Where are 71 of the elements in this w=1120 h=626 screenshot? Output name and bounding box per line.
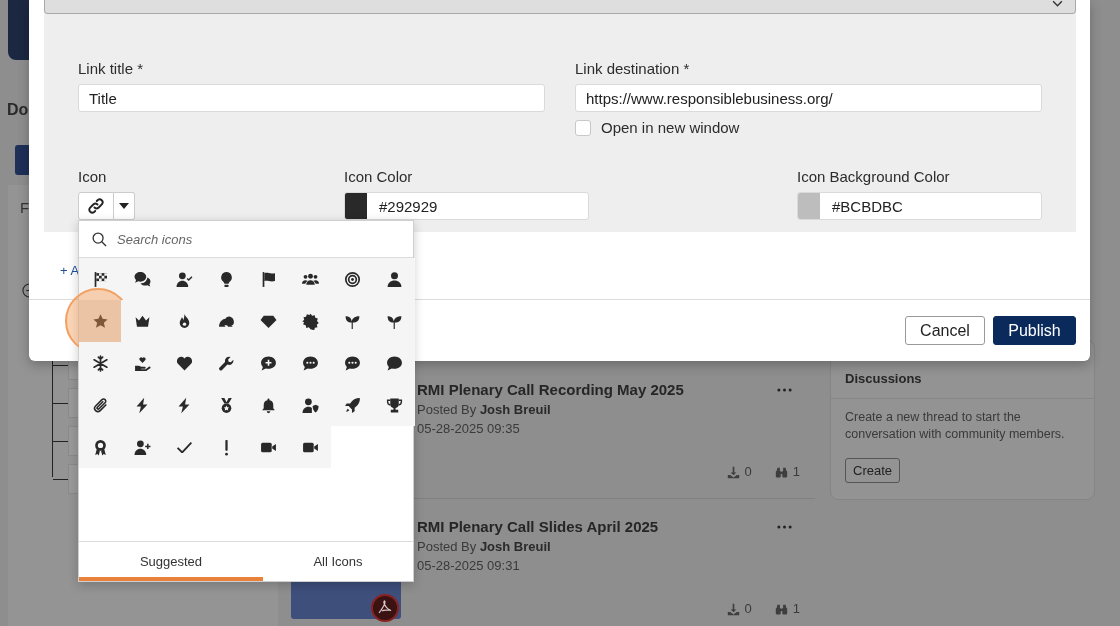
link-icon bbox=[86, 198, 106, 214]
more-icon[interactable] bbox=[777, 525, 792, 529]
select-field[interactable] bbox=[44, 0, 1076, 14]
document-title[interactable]: RMI Plenary Call Slides April 2025 bbox=[417, 517, 659, 537]
caret-icon bbox=[119, 203, 129, 209]
user-plus-icon bbox=[133, 438, 151, 456]
post-date: 05-28-2025 09:31 bbox=[417, 557, 521, 575]
comment-plus-icon bbox=[259, 354, 277, 372]
download-icon bbox=[726, 602, 740, 616]
publish-button[interactable]: Publish bbox=[993, 316, 1076, 345]
hand-heart-icon bbox=[133, 354, 151, 372]
user-check-icon bbox=[175, 270, 193, 288]
star-icon bbox=[91, 312, 109, 330]
wrench-icon bbox=[217, 354, 235, 372]
color-swatch[interactable] bbox=[798, 193, 820, 219]
document-title[interactable]: RMI Plenary Call Recording May 2025 bbox=[417, 380, 684, 400]
bolt-icon bbox=[136, 396, 148, 414]
comment-dots-icon bbox=[343, 354, 361, 372]
user-icon bbox=[385, 270, 403, 288]
checkbox-label: Open in new window bbox=[601, 119, 740, 137]
download-icon bbox=[726, 465, 740, 479]
comment-dots-icon bbox=[301, 354, 319, 372]
field-label: Icon Background Color bbox=[797, 167, 950, 187]
card-text: Create a new thread to start the conversation with community members. bbox=[845, 409, 1066, 443]
posted-by-text: Posted By Josh Breuil bbox=[417, 538, 552, 556]
color-value: #292929 bbox=[379, 197, 438, 215]
exclamation-icon bbox=[223, 438, 229, 456]
post-date: 05-28-2025 09:35 bbox=[417, 420, 521, 438]
comments-icon bbox=[133, 270, 151, 288]
download-count: 0 bbox=[744, 601, 752, 617]
color-swatch[interactable] bbox=[345, 193, 367, 219]
view-count: 1 bbox=[792, 464, 800, 480]
tab[interactable]: All Icons bbox=[263, 542, 413, 581]
certificate-icon bbox=[301, 312, 319, 330]
field-label: Icon bbox=[78, 167, 107, 187]
binoculars-icon bbox=[774, 465, 788, 479]
rocket-icon bbox=[343, 396, 361, 414]
checkbox[interactable] bbox=[575, 120, 591, 136]
icon-select-button[interactable] bbox=[78, 192, 114, 220]
section-heading: Do bbox=[7, 100, 29, 120]
panel-label: F bbox=[20, 199, 30, 217]
comment-icon bbox=[385, 354, 403, 372]
link-destination-field[interactable]: https://www.responsiblebusiness.org/ bbox=[575, 84, 1042, 112]
trophy-icon bbox=[385, 396, 403, 414]
view-count: 1 bbox=[792, 601, 800, 617]
tab[interactable]: Suggested bbox=[79, 542, 263, 581]
field-label: Link title * bbox=[78, 59, 144, 79]
color-field[interactable]: #292929 bbox=[344, 192, 589, 220]
binoculars-icon bbox=[774, 602, 788, 616]
heart-icon bbox=[175, 354, 193, 372]
download-count: 0 bbox=[744, 464, 752, 480]
create-button[interactable]: Create bbox=[845, 458, 901, 483]
bullseye-icon bbox=[343, 270, 361, 288]
color-value: #BCBDBC bbox=[832, 197, 903, 215]
posted-by-text: Posted By Josh Breuil bbox=[417, 401, 552, 419]
more-icon[interactable] bbox=[777, 388, 792, 392]
snowflake-icon bbox=[91, 354, 109, 372]
paperclip-icon bbox=[91, 396, 109, 414]
cancel-button[interactable]: Cancel bbox=[905, 316, 985, 345]
field-label: Link destination * bbox=[575, 59, 690, 79]
bolt-icon bbox=[178, 396, 190, 414]
field-label: Icon Color bbox=[344, 167, 413, 187]
link-title-field[interactable]: Title bbox=[78, 84, 545, 112]
color-field[interactable]: #BCBDBC bbox=[797, 192, 1042, 220]
chevron-icon bbox=[1052, 0, 1063, 7]
search-icon bbox=[92, 231, 107, 247]
card-title: Discussions bbox=[845, 371, 922, 386]
dropdown-button[interactable] bbox=[114, 192, 135, 220]
check-icon bbox=[176, 441, 192, 453]
icon-option[interactable] bbox=[79, 258, 121, 300]
user-shield-icon bbox=[301, 396, 319, 414]
